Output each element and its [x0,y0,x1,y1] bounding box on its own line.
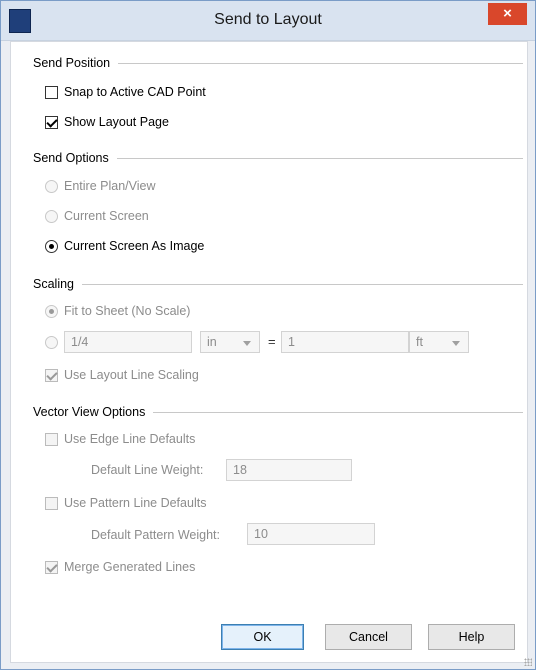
edge-line-label: Use Edge Line Defaults [64,432,196,446]
chevron-down-icon [452,341,460,346]
use-layout-line-scaling-checkbox[interactable]: Use Layout Line Scaling [45,368,199,382]
custom-scale-radio[interactable] [45,336,64,349]
checkbox-checked-disabled-icon [45,560,58,574]
default-line-weight-input[interactable]: 18 [226,459,352,481]
target-unit-select[interactable]: ft [409,331,469,353]
target-unit-value: ft [416,335,423,349]
entire-plan-radio[interactable]: Entire Plan/View [45,179,156,193]
resize-grip-icon[interactable] [524,658,532,666]
merge-generated-lines-checkbox[interactable]: Merge Generated Lines [45,560,195,574]
checkbox-disabled-icon [45,432,58,446]
send-to-layout-dialog: Send to Layout × Send Position Snap to A… [0,0,536,670]
fit-to-sheet-label: Fit to Sheet (No Scale) [64,304,191,318]
radio-selected-disabled-icon [45,304,58,318]
title-bar: Send to Layout × [1,1,535,41]
use-pattern-line-defaults-checkbox[interactable]: Use Pattern Line Defaults [45,496,206,510]
checkbox-disabled-icon [45,496,58,510]
radio-disabled-icon [45,209,58,223]
radio-disabled-icon [45,179,58,193]
equals-sign: = [268,334,276,349]
show-layout-label: Show Layout Page [64,115,169,129]
entire-plan-label: Entire Plan/View [64,179,156,193]
scaling-group: Scaling [33,277,523,291]
checkbox-checked-disabled-icon [45,368,58,382]
current-screen-as-image-label: Current Screen As Image [64,239,205,253]
scale-unit-value: in [207,335,217,349]
scale-unit-select[interactable]: in [200,331,260,353]
send-position-heading: Send Position [33,56,111,70]
chevron-down-icon [243,341,251,346]
show-layout-page-checkbox[interactable]: Show Layout Page [45,115,169,129]
current-screen-label: Current Screen [64,209,149,223]
help-button[interactable]: Help [428,624,515,650]
close-button[interactable]: × [488,3,527,25]
send-options-group: Send Options [33,151,523,165]
checkbox-unchecked-icon [45,85,58,99]
ok-button[interactable]: OK [221,624,304,650]
snap-label: Snap to Active CAD Point [64,85,206,99]
scaling-heading: Scaling [33,277,74,291]
fit-to-sheet-radio[interactable]: Fit to Sheet (No Scale) [45,304,190,318]
snap-to-cad-point-checkbox[interactable]: Snap to Active CAD Point [45,85,206,99]
checkbox-checked-icon [45,115,58,129]
vector-view-options-group: Vector View Options [33,405,523,419]
default-line-weight-label: Default Line Weight: [91,463,204,477]
radio-disabled-icon [45,336,58,349]
radio-selected-icon [45,239,58,253]
default-pattern-weight-input[interactable]: 10 [247,523,375,545]
send-position-group: Send Position [33,56,523,70]
target-value-input[interactable]: 1 [281,331,409,353]
merge-generated-label: Merge Generated Lines [64,560,196,574]
use-layout-scaling-label: Use Layout Line Scaling [64,368,199,382]
use-edge-line-defaults-checkbox[interactable]: Use Edge Line Defaults [45,432,195,446]
send-options-heading: Send Options [33,151,109,165]
dialog-body: Send Position Snap to Active CAD Point S… [10,41,528,663]
scale-value-input[interactable]: 1/4 [64,331,192,353]
window-title: Send to Layout [214,11,322,28]
pattern-line-label: Use Pattern Line Defaults [64,496,207,510]
cancel-button[interactable]: Cancel [325,624,412,650]
default-pattern-weight-label: Default Pattern Weight: [91,528,221,542]
current-screen-as-image-radio[interactable]: Current Screen As Image [45,239,204,253]
current-screen-radio[interactable]: Current Screen [45,209,149,223]
vector-view-heading: Vector View Options [33,405,146,419]
